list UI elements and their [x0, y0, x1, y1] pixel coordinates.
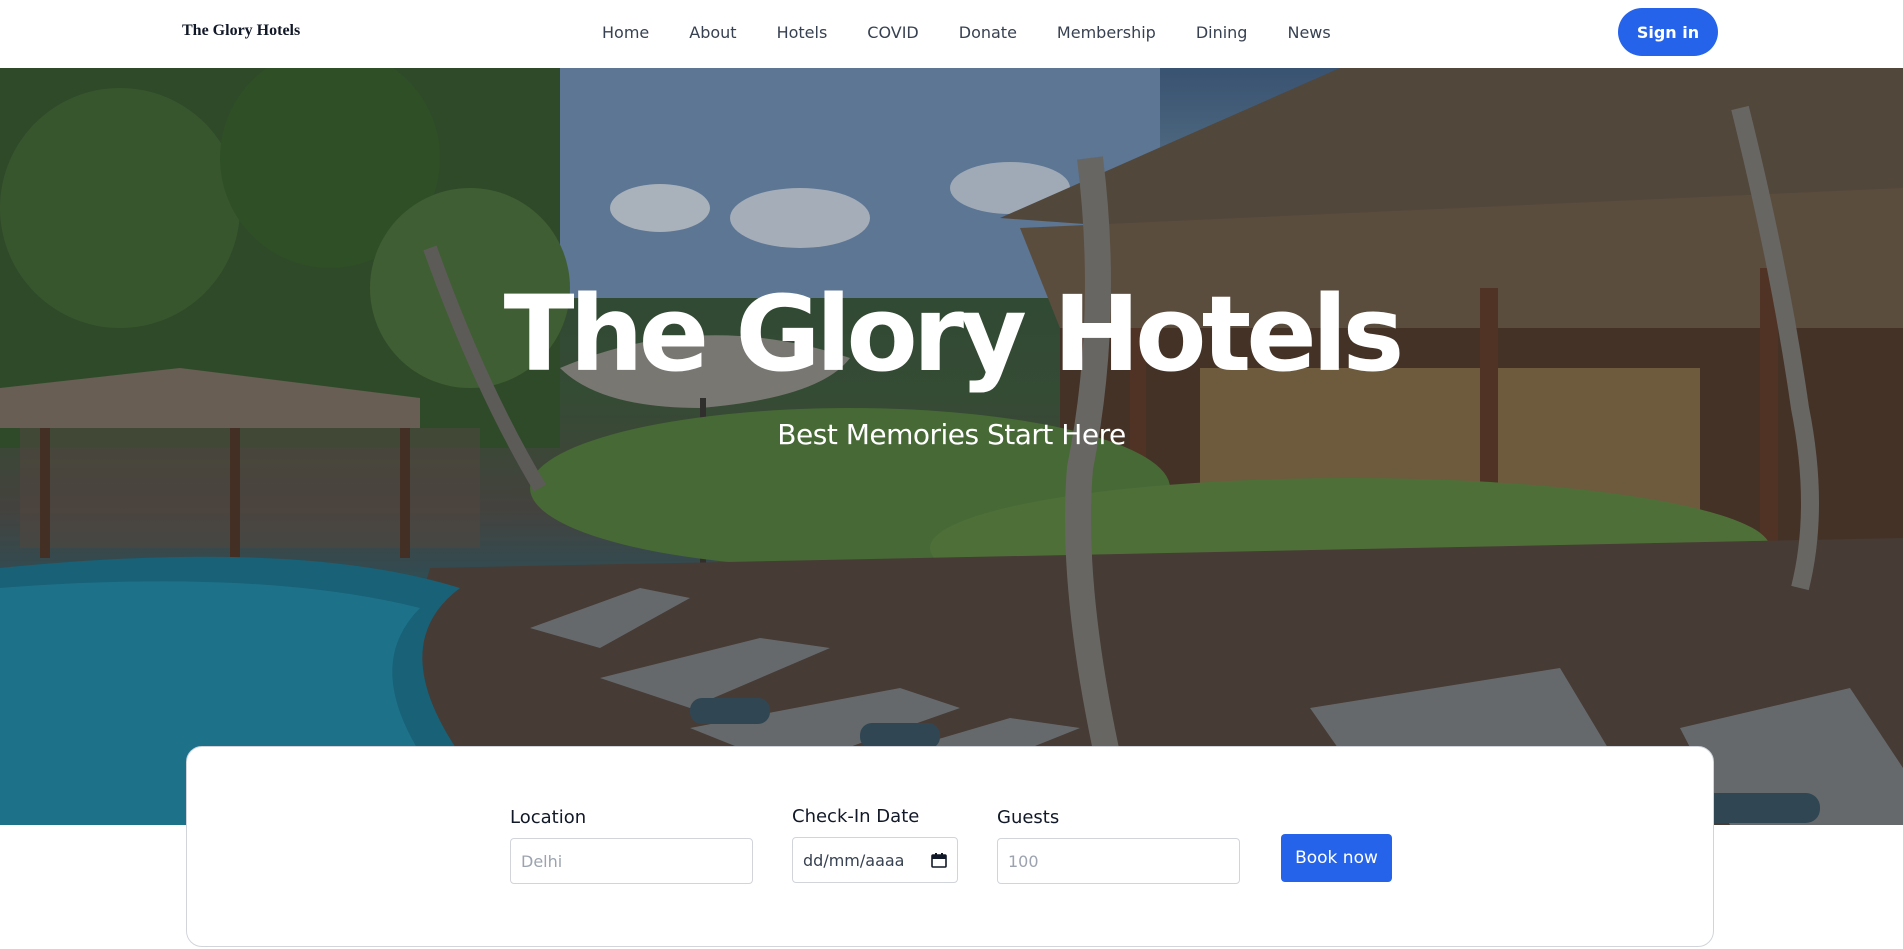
sign-in-button[interactable]: Sign in — [1618, 8, 1718, 56]
checkin-date-placeholder: dd/mm/aaaa — [803, 850, 905, 870]
checkin-label: Check-In Date — [792, 806, 920, 827]
location-label: Location — [510, 807, 587, 828]
guests-field: Guests — [997, 807, 1240, 884]
nav-hotels[interactable]: Hotels — [777, 23, 828, 42]
nav-home[interactable]: Home — [602, 23, 649, 42]
nav-dining[interactable]: Dining — [1196, 23, 1248, 42]
hero-subtitle: Best Memories Start Here — [777, 418, 1126, 451]
site-logo[interactable]: The Glory Hotels — [182, 22, 300, 40]
location-field: Location — [510, 807, 753, 884]
book-now-button[interactable]: Book now — [1281, 834, 1392, 882]
checkin-field: Check-In Date dd/mm/aaaa — [792, 806, 958, 883]
hero-title: The Glory Hotels — [503, 273, 1405, 395]
nav-covid[interactable]: COVID — [867, 23, 918, 42]
site-header: The Glory Hotels Home About Hotels COVID… — [0, 0, 1903, 68]
location-input[interactable] — [510, 838, 753, 884]
checkin-date-input[interactable]: dd/mm/aaaa — [792, 837, 958, 883]
booking-form: Location Check-In Date dd/mm/aaaa Guests… — [186, 746, 1714, 947]
nav-donate[interactable]: Donate — [959, 23, 1017, 42]
nav-news[interactable]: News — [1287, 23, 1330, 42]
nav-about[interactable]: About — [689, 23, 736, 42]
main-nav: Home About Hotels COVID Donate Membershi… — [602, 0, 1331, 65]
guests-input[interactable] — [997, 838, 1240, 884]
hero-banner: The Glory Hotels Best Memories Start Her… — [0, 68, 1903, 825]
nav-membership[interactable]: Membership — [1057, 23, 1156, 42]
guests-label: Guests — [997, 807, 1060, 828]
calendar-icon[interactable] — [931, 852, 947, 868]
